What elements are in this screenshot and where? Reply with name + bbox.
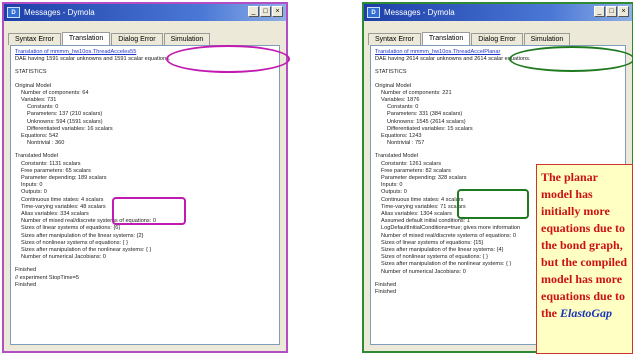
app-icon: D <box>7 7 20 18</box>
log-line: Translated Model <box>15 153 59 160</box>
log-line: Sizes of linear systems of equations: {6… <box>21 225 121 232</box>
tab-bar: Syntax Error Translation Dialog Error Si… <box>364 21 632 46</box>
log-line: Nontrivial : 360 <box>27 140 65 147</box>
log-line: Original Model <box>375 82 412 89</box>
log-line: // experiment StopTime=5 <box>15 274 79 281</box>
log-line: Parameter depending: 189 scalars <box>21 175 107 182</box>
log-line: Parameters: 137 (210 scalars) <box>27 111 103 118</box>
log-line: Sizes of nonlinear systems of equations:… <box>21 239 128 246</box>
tab-translation[interactable]: Translation <box>421 32 471 46</box>
highlight-box-states-left <box>112 197 186 225</box>
log-line: Number of components: 221 <box>381 89 452 96</box>
annotation-note: The planar model has initially more equa… <box>536 164 633 354</box>
log-line: Variables: 1876 <box>381 97 420 104</box>
log-line: Number of numerical Jacobians: 0 <box>21 254 106 261</box>
log-line: Outputs: 0 <box>21 189 47 196</box>
app-icon: D <box>367 7 380 18</box>
tab-dialog-error[interactable]: Dialog Error <box>471 33 523 45</box>
window-title: Messages - Dymola <box>24 8 95 17</box>
maximize-icon[interactable]: □ <box>606 6 617 17</box>
tab-simulation[interactable]: Simulation <box>163 33 211 45</box>
log-line: Finished <box>15 281 37 288</box>
tab-bar: Syntax Error Translation Dialog Error Si… <box>4 21 286 46</box>
log-line: Sizes after manipulation of the linear s… <box>21 232 144 239</box>
log-line: Constants: 1131 scalars <box>21 160 81 167</box>
note-text: The planar model has initially more equa… <box>541 170 628 320</box>
log-line: Translated Model <box>375 153 419 160</box>
log-line: Constants: 0 <box>387 104 419 111</box>
window-title: Messages - Dymola <box>384 8 455 17</box>
maximize-icon[interactable]: □ <box>260 6 271 17</box>
highlight-ellipse-equations-left <box>166 45 290 73</box>
log-line: Free parameters: 65 scalars <box>21 167 91 174</box>
log-line: Variables: 731 <box>21 97 57 104</box>
log-line: Finished <box>15 267 37 274</box>
log-line: Unknowns: 594 (1591 scalars) <box>27 118 103 125</box>
note-emphasis: ElastoGap <box>560 306 613 320</box>
tab-translation[interactable]: Translation <box>61 32 111 46</box>
tab-syntax-error[interactable]: Syntax Error <box>368 33 421 45</box>
log-line: Sizes after manipulation of the nonlinea… <box>21 247 152 254</box>
tab-syntax-error[interactable]: Syntax Error <box>8 33 61 45</box>
log-line: Differentiated variables: 16 scalars <box>27 125 113 132</box>
log-line: Equations: 1243 <box>381 133 422 140</box>
log-line: Differentiated variables: 15 scalars <box>387 125 473 132</box>
title-bar[interactable]: D Messages - Dymola _ □ × <box>4 4 286 21</box>
tab-dialog-error[interactable]: Dialog Error <box>111 33 163 45</box>
log-line: Unknowns: 1545 (2614 scalars) <box>387 118 466 125</box>
close-icon[interactable]: × <box>272 6 283 17</box>
minimize-icon[interactable]: _ <box>248 6 259 17</box>
log-line: Equations: 542 <box>21 133 59 140</box>
log-line: Original Model <box>15 82 52 89</box>
highlight-box-states-right <box>457 189 529 219</box>
minimize-icon[interactable]: _ <box>594 6 605 17</box>
close-icon[interactable]: × <box>618 6 629 17</box>
log-line: Inputs: 0 <box>21 182 43 189</box>
log-line: Parameters: 331 (384 scalars) <box>387 111 463 118</box>
log-line: Nontrivial : 757 <box>387 140 425 147</box>
message-log[interactable]: Translation of mmmm_hw10os.ThreadAcceles… <box>10 45 280 345</box>
title-bar[interactable]: D Messages - Dymola _ □ × <box>364 4 632 21</box>
log-line: Number of components: 64 <box>21 89 89 96</box>
log-line: Constants: 0 <box>27 104 59 111</box>
highlight-ellipse-equations-right <box>509 46 633 72</box>
tab-simulation[interactable]: Simulation <box>523 33 571 45</box>
